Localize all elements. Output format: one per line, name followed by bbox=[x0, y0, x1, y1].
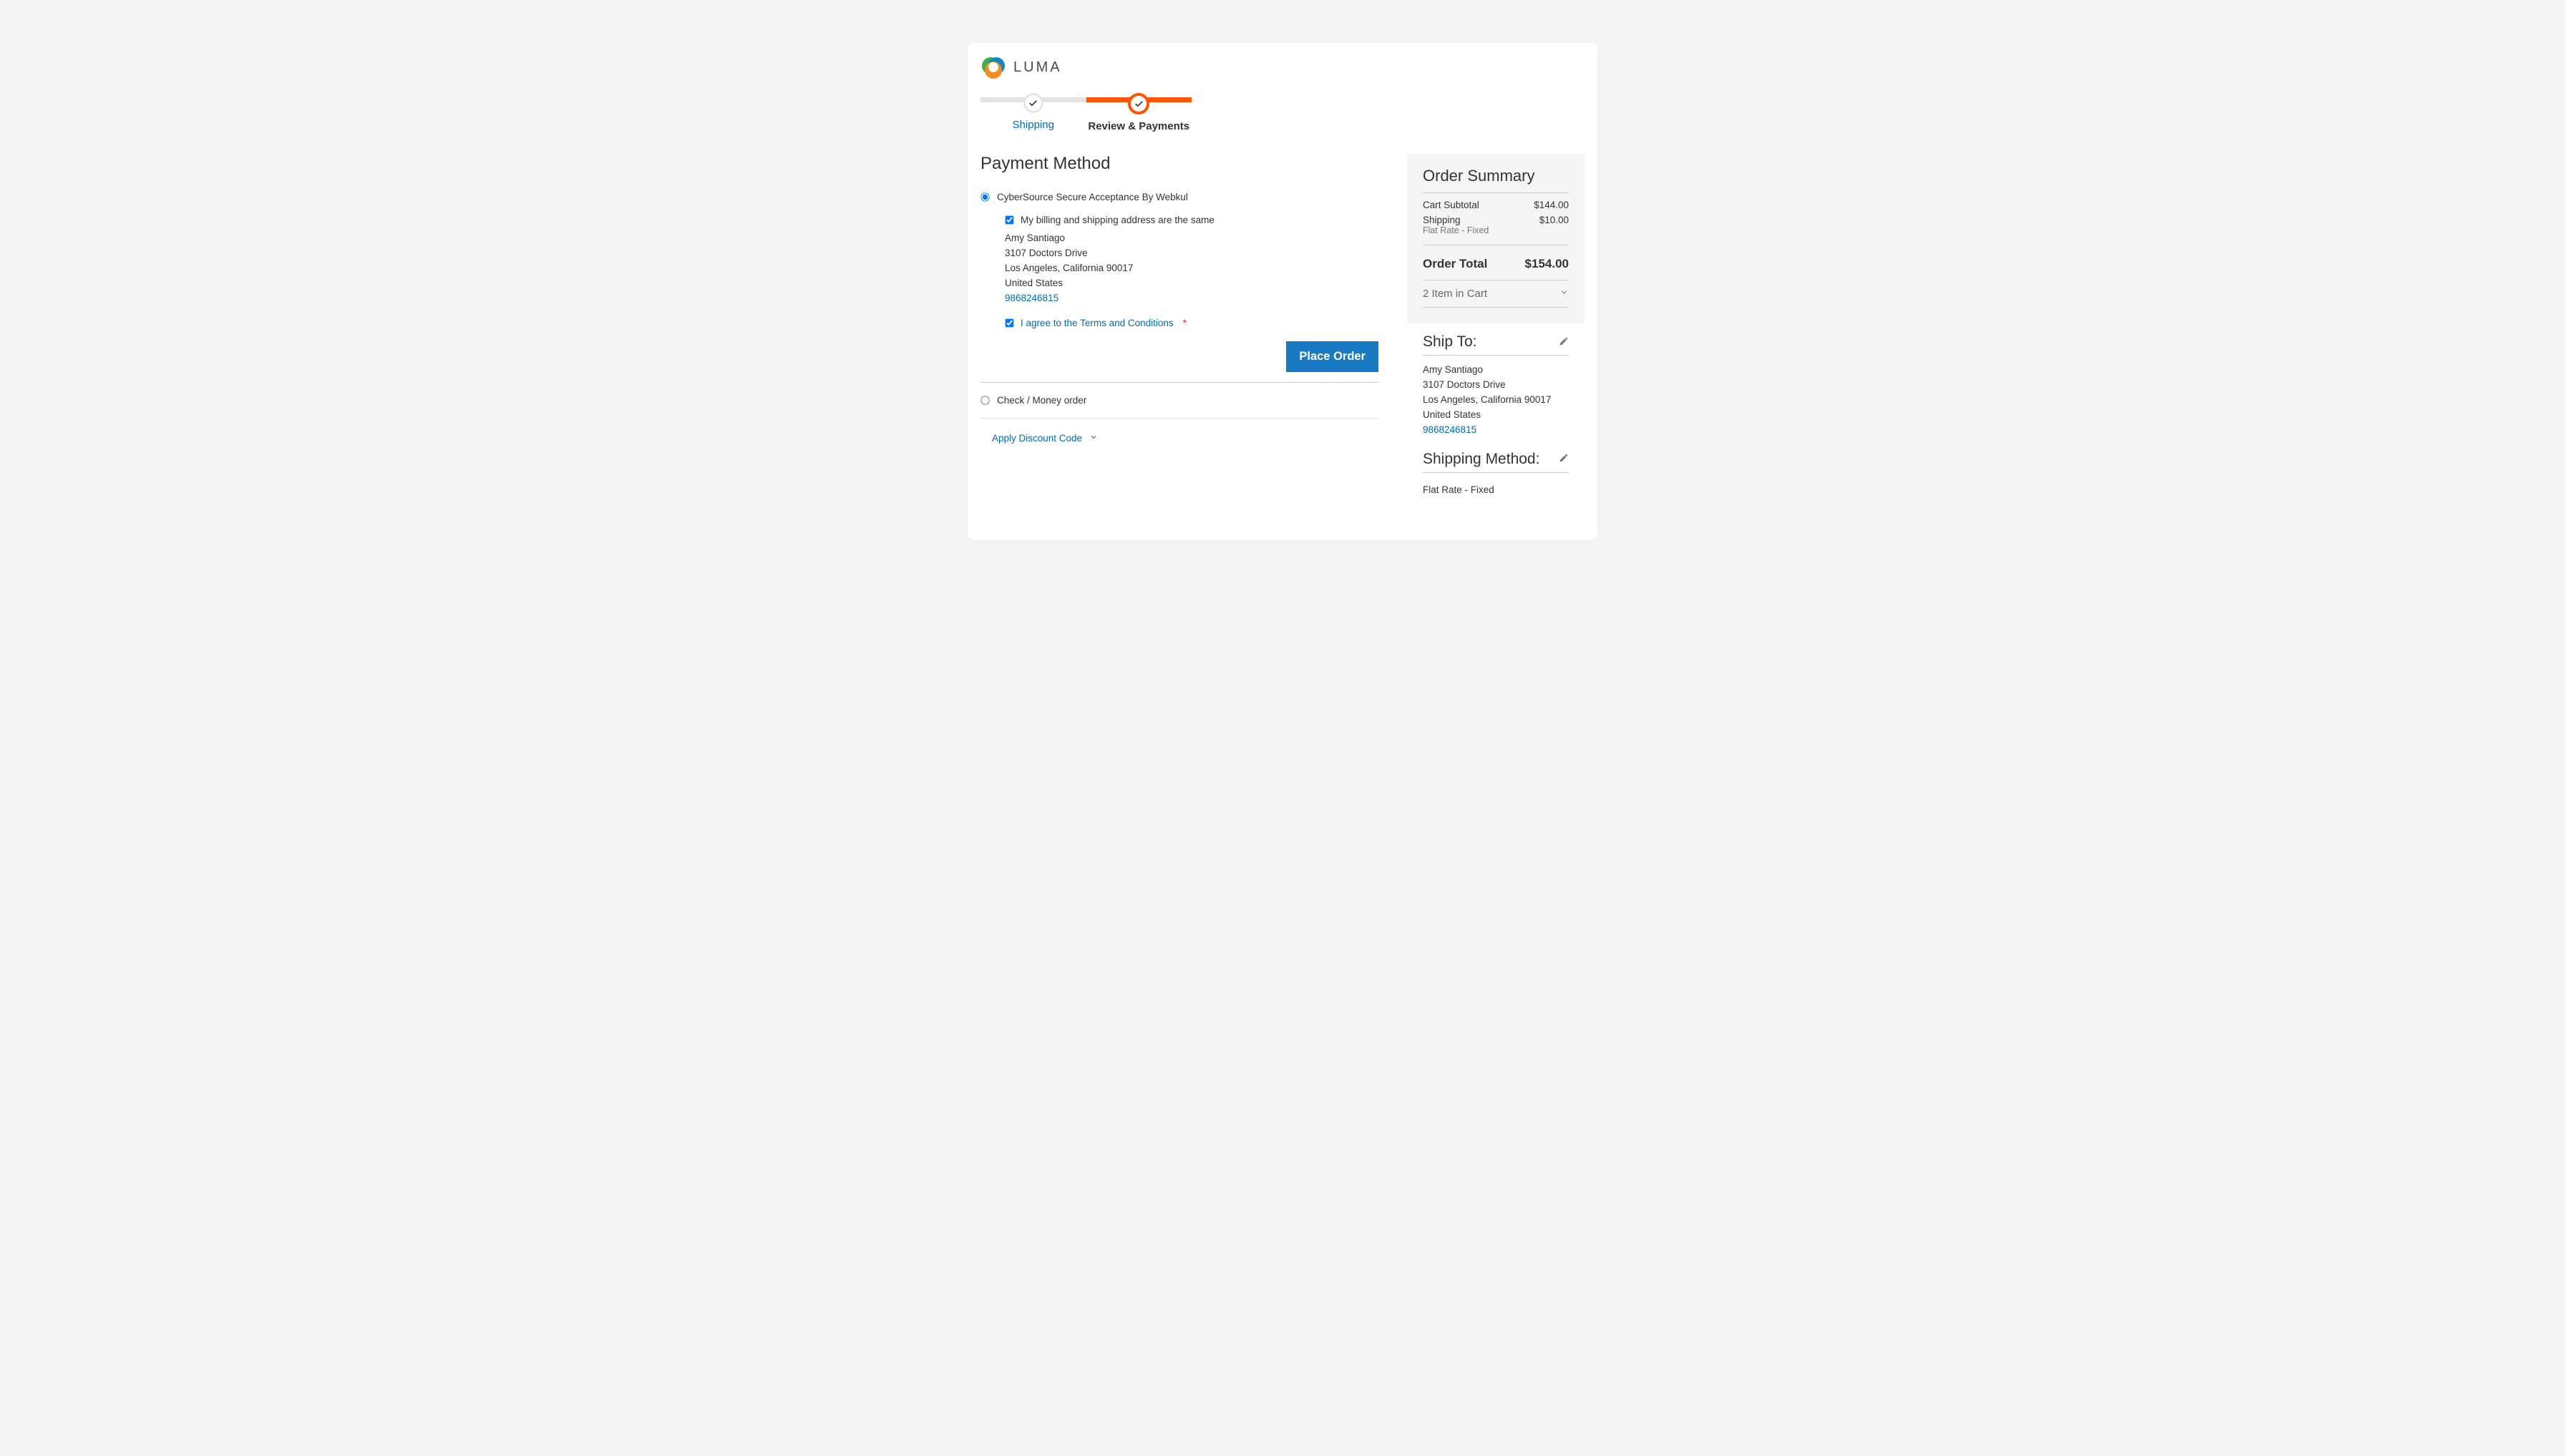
shipping-method-section: Shipping Method: Flat Rate - Fixed bbox=[1407, 445, 1585, 502]
payment-option-check[interactable]: Check / Money order bbox=[980, 393, 1378, 408]
total-value: $154.00 bbox=[1525, 257, 1569, 271]
payment-radio-check[interactable] bbox=[980, 396, 989, 404]
billing-same-row[interactable]: My billing and shipping address are the … bbox=[1005, 215, 1378, 225]
edit-shipping-method-icon[interactable] bbox=[1559, 453, 1569, 466]
billing-phone[interactable]: 9868246815 bbox=[1005, 291, 1378, 306]
billing-same-label: My billing and shipping address are the … bbox=[1021, 215, 1215, 225]
billing-country: United States bbox=[1005, 276, 1378, 291]
step-shipping-label[interactable]: Shipping bbox=[1013, 119, 1054, 131]
ship-to-address: Amy Santiago 3107 Doctors Drive Los Ange… bbox=[1423, 363, 1569, 438]
logo: LUMA bbox=[980, 52, 1585, 80]
edit-ship-to-icon[interactable] bbox=[1559, 336, 1569, 350]
page-title: Payment Method bbox=[980, 154, 1378, 174]
cart-items-label: 2 Item in Cart bbox=[1423, 288, 1487, 300]
total-label: Order Total bbox=[1423, 257, 1487, 271]
billing-same-checkbox[interactable] bbox=[1006, 216, 1014, 225]
step-review-icon bbox=[1128, 93, 1149, 114]
chevron-down-icon bbox=[1559, 288, 1569, 300]
shipto-city: Los Angeles, California 90017 bbox=[1423, 393, 1569, 408]
apply-discount-toggle[interactable]: Apply Discount Code bbox=[980, 429, 1378, 448]
ship-to-title: Ship To: bbox=[1423, 331, 1477, 355]
apply-discount-label: Apply Discount Code bbox=[992, 433, 1082, 444]
payment-option-check-label: Check / Money order bbox=[997, 395, 1086, 406]
shipping-sublabel: Flat Rate - Fixed bbox=[1423, 225, 1489, 235]
scroll-container[interactable]: LUMA Shipping Review & Payments bbox=[968, 43, 1597, 540]
billing-address: Amy Santiago 3107 Doctors Drive Los Ange… bbox=[1005, 231, 1378, 306]
checkout-window: LUMA Shipping Review & Payments bbox=[968, 43, 1597, 540]
chevron-down-icon bbox=[1089, 433, 1098, 444]
shipto-name: Amy Santiago bbox=[1423, 363, 1569, 378]
billing-city: Los Angeles, California 90017 bbox=[1005, 261, 1378, 276]
shipping-method-value: Flat Rate - Fixed bbox=[1423, 480, 1569, 495]
step-review-label: Review & Payments bbox=[1088, 120, 1189, 132]
logo-icon bbox=[980, 54, 1006, 80]
billing-name: Amy Santiago bbox=[1005, 231, 1378, 246]
payment-option-cybersource-label: CyberSource Secure Acceptance By Webkul bbox=[997, 192, 1188, 202]
progress-bar: Shipping Review & Payments bbox=[980, 93, 1192, 132]
order-summary-title: Order Summary bbox=[1423, 167, 1569, 185]
shipto-country: United States bbox=[1423, 408, 1569, 423]
place-order-button[interactable]: Place Order bbox=[1286, 341, 1378, 372]
main-column: Payment Method CyberSource Secure Accept… bbox=[980, 154, 1378, 448]
terms-checkbox[interactable] bbox=[1006, 318, 1014, 327]
shipto-phone[interactable]: 9868246815 bbox=[1423, 423, 1569, 438]
shipping-method-title: Shipping Method: bbox=[1423, 448, 1539, 472]
subtotal-value: $144.00 bbox=[1534, 200, 1569, 210]
ship-to-section: Ship To: Amy Santiago 3107 Doctors Drive… bbox=[1407, 323, 1585, 445]
required-asterisk: * bbox=[1183, 318, 1187, 328]
payment-radio-cybersource[interactable] bbox=[980, 192, 989, 201]
order-summary: Order Summary Cart Subtotal $144.00 Ship… bbox=[1407, 154, 1585, 323]
step-shipping-icon bbox=[1023, 93, 1043, 113]
shipping-value: $10.00 bbox=[1539, 215, 1569, 225]
shipto-street: 3107 Doctors Drive bbox=[1423, 378, 1569, 393]
billing-street: 3107 Doctors Drive bbox=[1005, 246, 1378, 261]
brand-text: LUMA bbox=[1013, 59, 1062, 76]
shipping-label: Shipping bbox=[1423, 215, 1489, 225]
terms-row[interactable]: I agree to the Terms and Conditions * bbox=[1005, 318, 1378, 328]
side-column: Order Summary Cart Subtotal $144.00 Ship… bbox=[1407, 154, 1585, 502]
payment-option-cybersource[interactable]: CyberSource Secure Acceptance By Webkul bbox=[980, 190, 1378, 205]
terms-link[interactable]: I agree to the Terms and Conditions bbox=[1021, 318, 1174, 328]
subtotal-label: Cart Subtotal bbox=[1423, 200, 1479, 210]
cart-items-toggle[interactable]: 2 Item in Cart bbox=[1423, 280, 1569, 303]
